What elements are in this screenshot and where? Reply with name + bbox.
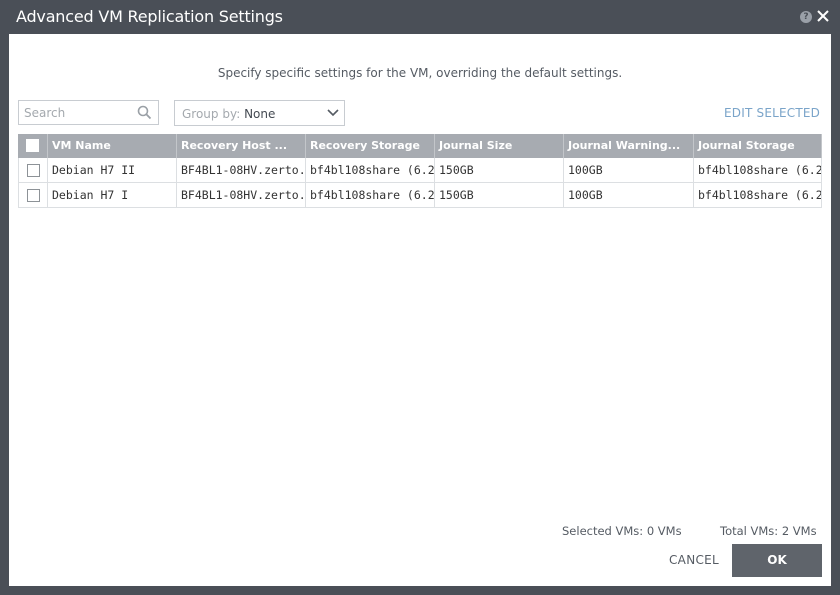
row-checkbox[interactable] (27, 189, 40, 202)
group-by-select[interactable]: Group by: None (174, 100, 345, 126)
column-header-recovery-storage[interactable]: Recovery Storage (306, 134, 435, 158)
row-select-cell (18, 183, 48, 207)
column-header-journal-size[interactable]: Journal Size (435, 134, 564, 158)
table-row[interactable]: Debian H7 II BF4BL1-08HV.zerto... bf4bl1… (18, 158, 822, 183)
cancel-button[interactable]: CANCEL (669, 553, 719, 567)
column-header-vm-name[interactable]: VM Name (48, 134, 177, 158)
column-header-journal-storage[interactable]: Journal Storage (694, 134, 822, 158)
question-icon[interactable]: ? (800, 11, 812, 23)
journal-storage-cell: bf4bl108share (6.2... (694, 158, 822, 182)
select-all-checkbox[interactable] (26, 139, 39, 152)
selected-vms-count: Selected VMs: 0 VMs (562, 524, 682, 538)
column-header-journal-warning[interactable]: Journal Warning... (564, 134, 694, 158)
table-row[interactable]: Debian H7 I BF4BL1-08HV.zerto... bf4bl10… (18, 183, 822, 208)
recovery-storage-cell: bf4bl108share (6.2... (306, 158, 435, 182)
dialog-titlebar: Advanced VM Replication Settings ? (0, 0, 840, 34)
header-select-cell (18, 134, 48, 158)
vm-name-cell: Debian H7 I (48, 183, 177, 207)
search-icon[interactable] (137, 105, 152, 120)
journal-size-cell: 150GB (435, 183, 564, 207)
close-icon[interactable] (816, 9, 830, 23)
recovery-storage-cell: bf4bl108share (6.2... (306, 183, 435, 207)
recovery-host-cell: BF4BL1-08HV.zerto... (177, 158, 306, 182)
row-select-cell (18, 158, 48, 182)
ok-button[interactable]: OK (732, 544, 822, 577)
chevron-down-icon (327, 109, 339, 117)
recovery-host-cell: BF4BL1-08HV.zerto... (177, 183, 306, 207)
group-by-label: Group by: None (182, 107, 276, 121)
dialog-subtitle: Specify specific settings for the VM, ov… (217, 66, 623, 80)
journal-size-cell: 150GB (435, 158, 564, 182)
column-header-recovery-host[interactable]: Recovery Host ... (177, 134, 306, 158)
group-by-value: None (244, 107, 276, 121)
row-checkbox[interactable] (27, 164, 40, 177)
vm-grid: VM Name Recovery Host ... Recovery Stora… (18, 134, 822, 208)
dialog-content: Specify specific settings for the VM, ov… (9, 34, 831, 586)
grid-header: VM Name Recovery Host ... Recovery Stora… (18, 134, 822, 158)
journal-warning-cell: 100GB (564, 158, 694, 182)
edit-selected-link[interactable]: EDIT SELECTED (724, 106, 820, 120)
advanced-vm-replication-dialog: Advanced VM Replication Settings ? Speci… (0, 0, 840, 595)
search-box[interactable] (18, 100, 159, 125)
dialog-title: Advanced VM Replication Settings (16, 7, 283, 26)
journal-warning-cell: 100GB (564, 183, 694, 207)
vm-name-cell: Debian H7 II (48, 158, 177, 182)
total-vms-count: Total VMs: 2 VMs (720, 524, 817, 538)
journal-storage-cell: bf4bl108share (6.2... (694, 183, 822, 207)
search-input[interactable] (24, 105, 134, 121)
